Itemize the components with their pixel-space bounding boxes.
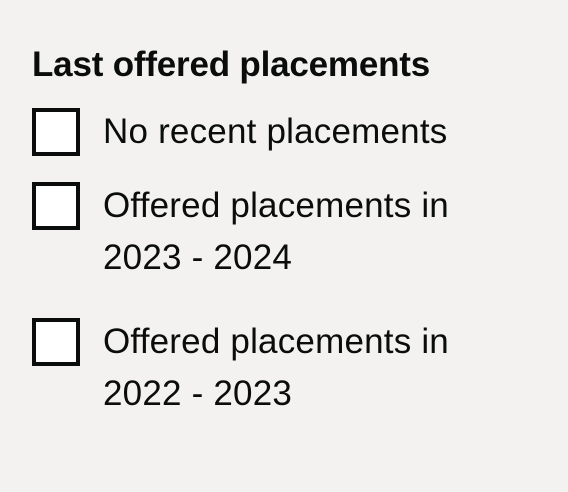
- option-no-recent-placements[interactable]: No recent placements: [32, 106, 552, 158]
- last-offered-placements-filter: Last offered placements No recent placem…: [32, 42, 552, 420]
- checkbox-no-recent-placements[interactable]: [32, 108, 80, 156]
- option-label[interactable]: Offered placements in 2023 - 2024: [103, 180, 483, 284]
- option-label[interactable]: Offered placements in 2022 - 2023: [103, 316, 483, 420]
- option-2023-2024[interactable]: Offered placements in 2023 - 2024: [32, 180, 552, 284]
- option-label[interactable]: No recent placements: [103, 106, 483, 158]
- filter-legend: Last offered placements: [32, 45, 431, 84]
- checkbox-2022-2023[interactable]: [32, 318, 80, 366]
- checkbox-2023-2024[interactable]: [32, 182, 80, 230]
- option-2022-2023[interactable]: Offered placements in 2022 - 2023: [32, 316, 552, 420]
